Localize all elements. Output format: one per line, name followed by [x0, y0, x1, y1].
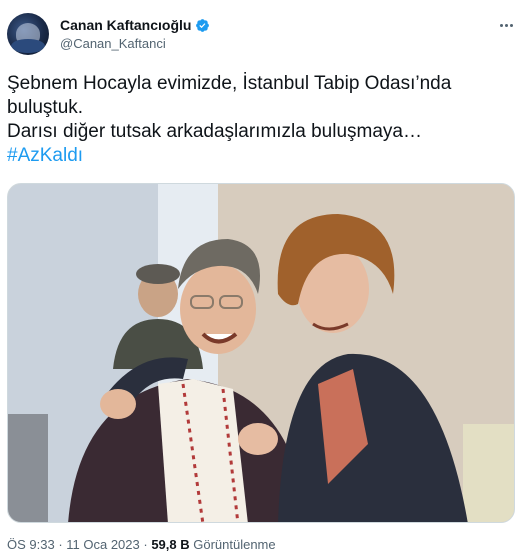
avatar-figure-base [11, 39, 45, 53]
meta-separator: · [139, 537, 152, 552]
tweet-photo[interactable] [7, 183, 515, 523]
tweet-date[interactable]: 11 Oca 2023 [66, 537, 139, 552]
author-display-name[interactable]: Canan Kaftancıoğlu [60, 17, 191, 33]
views-count: 59,8 B [151, 537, 190, 552]
meta-separator: · [54, 537, 67, 552]
author-name-row: Canan Kaftancıoğlu [60, 16, 210, 34]
tweet-card: Canan Kaftancıoğlu @Canan_Kaftanci Şebne… [0, 0, 529, 556]
author-handle[interactable]: @Canan_Kaftanci [60, 36, 166, 51]
tweet-text-line: Şebnem Hocayla evimizde, İstanbul Tabip … [7, 73, 452, 94]
tweet-time[interactable]: ÖS 9:33 [7, 537, 55, 552]
avatar[interactable] [7, 13, 49, 55]
photo-illustration [8, 184, 514, 522]
tweet-text: Şebnem Hocayla evimizde, İstanbul Tabip … [7, 72, 519, 168]
verified-badge-icon [196, 18, 210, 32]
views-label: Görüntülenme [189, 537, 276, 552]
tweet-meta: ÖS 9:33 · 11 Oca 2023 · 59,8 B Görüntüle… [7, 537, 276, 552]
tweet-text-line: Darısı diğer tutsak arkadaşlarımızla bul… [7, 121, 422, 142]
more-options-icon[interactable] [497, 16, 515, 34]
tweet-text-line: buluştuk. [7, 97, 84, 118]
hashtag-link[interactable]: #AzKaldı [7, 144, 519, 168]
